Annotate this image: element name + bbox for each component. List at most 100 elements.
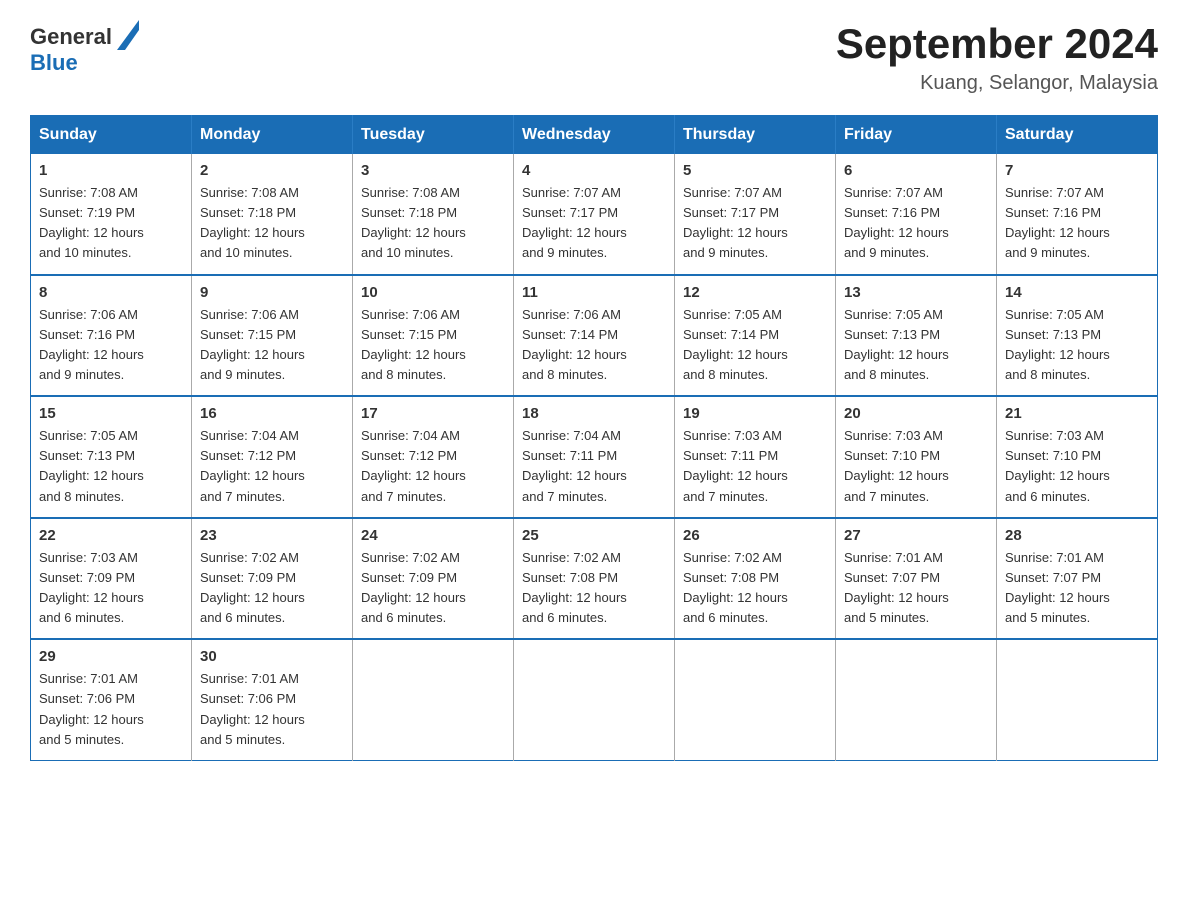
calendar-cell: 29 Sunrise: 7:01 AMSunset: 7:06 PMDaylig… bbox=[31, 639, 192, 760]
weekday-header-friday: Friday bbox=[836, 116, 997, 155]
calendar-cell: 6 Sunrise: 7:07 AMSunset: 7:16 PMDayligh… bbox=[836, 154, 997, 275]
day-number: 1 bbox=[39, 162, 183, 179]
day-info: Sunrise: 7:07 AMSunset: 7:17 PMDaylight:… bbox=[522, 185, 627, 260]
calendar-cell: 5 Sunrise: 7:07 AMSunset: 7:17 PMDayligh… bbox=[675, 154, 836, 275]
calendar-cell: 22 Sunrise: 7:03 AMSunset: 7:09 PMDaylig… bbox=[31, 518, 192, 640]
day-number: 5 bbox=[683, 162, 827, 179]
day-info: Sunrise: 7:06 AMSunset: 7:16 PMDaylight:… bbox=[39, 307, 144, 382]
day-number: 27 bbox=[844, 527, 988, 544]
calendar-cell: 8 Sunrise: 7:06 AMSunset: 7:16 PMDayligh… bbox=[31, 275, 192, 397]
calendar-cell: 10 Sunrise: 7:06 AMSunset: 7:15 PMDaylig… bbox=[353, 275, 514, 397]
calendar-cell bbox=[353, 639, 514, 760]
calendar-cell: 19 Sunrise: 7:03 AMSunset: 7:11 PMDaylig… bbox=[675, 396, 836, 518]
calendar-cell: 7 Sunrise: 7:07 AMSunset: 7:16 PMDayligh… bbox=[997, 154, 1158, 275]
day-info: Sunrise: 7:01 AMSunset: 7:07 PMDaylight:… bbox=[1005, 550, 1110, 625]
day-number: 25 bbox=[522, 527, 666, 544]
calendar-cell: 13 Sunrise: 7:05 AMSunset: 7:13 PMDaylig… bbox=[836, 275, 997, 397]
day-number: 26 bbox=[683, 527, 827, 544]
day-number: 22 bbox=[39, 527, 183, 544]
day-info: Sunrise: 7:02 AMSunset: 7:08 PMDaylight:… bbox=[683, 550, 788, 625]
calendar-cell bbox=[675, 639, 836, 760]
calendar-cell: 9 Sunrise: 7:06 AMSunset: 7:15 PMDayligh… bbox=[192, 275, 353, 397]
calendar-cell: 11 Sunrise: 7:06 AMSunset: 7:14 PMDaylig… bbox=[514, 275, 675, 397]
calendar-table: SundayMondayTuesdayWednesdayThursdayFrid… bbox=[30, 115, 1158, 761]
calendar-week-row: 15 Sunrise: 7:05 AMSunset: 7:13 PMDaylig… bbox=[31, 396, 1158, 518]
page-header: General Blue September 2024 Kuang, Selan… bbox=[30, 20, 1158, 95]
day-info: Sunrise: 7:03 AMSunset: 7:10 PMDaylight:… bbox=[1005, 428, 1110, 503]
day-info: Sunrise: 7:07 AMSunset: 7:16 PMDaylight:… bbox=[1005, 185, 1110, 260]
calendar-cell bbox=[514, 639, 675, 760]
calendar-cell: 3 Sunrise: 7:08 AMSunset: 7:18 PMDayligh… bbox=[353, 154, 514, 275]
day-number: 20 bbox=[844, 405, 988, 422]
calendar-cell: 21 Sunrise: 7:03 AMSunset: 7:10 PMDaylig… bbox=[997, 396, 1158, 518]
calendar-cell: 28 Sunrise: 7:01 AMSunset: 7:07 PMDaylig… bbox=[997, 518, 1158, 640]
title-block: September 2024 Kuang, Selangor, Malaysia bbox=[836, 20, 1158, 95]
day-info: Sunrise: 7:04 AMSunset: 7:11 PMDaylight:… bbox=[522, 428, 627, 503]
day-info: Sunrise: 7:03 AMSunset: 7:10 PMDaylight:… bbox=[844, 428, 949, 503]
calendar-cell: 15 Sunrise: 7:05 AMSunset: 7:13 PMDaylig… bbox=[31, 396, 192, 518]
calendar-cell: 1 Sunrise: 7:08 AMSunset: 7:19 PMDayligh… bbox=[31, 154, 192, 275]
day-info: Sunrise: 7:06 AMSunset: 7:15 PMDaylight:… bbox=[200, 307, 305, 382]
day-number: 16 bbox=[200, 405, 344, 422]
weekday-header-wednesday: Wednesday bbox=[514, 116, 675, 155]
day-info: Sunrise: 7:04 AMSunset: 7:12 PMDaylight:… bbox=[361, 428, 466, 503]
calendar-cell: 24 Sunrise: 7:02 AMSunset: 7:09 PMDaylig… bbox=[353, 518, 514, 640]
day-info: Sunrise: 7:07 AMSunset: 7:17 PMDaylight:… bbox=[683, 185, 788, 260]
day-number: 18 bbox=[522, 405, 666, 422]
day-number: 15 bbox=[39, 405, 183, 422]
day-info: Sunrise: 7:02 AMSunset: 7:09 PMDaylight:… bbox=[361, 550, 466, 625]
calendar-cell: 2 Sunrise: 7:08 AMSunset: 7:18 PMDayligh… bbox=[192, 154, 353, 275]
day-number: 9 bbox=[200, 284, 344, 301]
calendar-week-row: 8 Sunrise: 7:06 AMSunset: 7:16 PMDayligh… bbox=[31, 275, 1158, 397]
calendar-title: September 2024 bbox=[836, 20, 1158, 68]
day-number: 12 bbox=[683, 284, 827, 301]
day-number: 13 bbox=[844, 284, 988, 301]
day-info: Sunrise: 7:01 AMSunset: 7:07 PMDaylight:… bbox=[844, 550, 949, 625]
calendar-cell bbox=[997, 639, 1158, 760]
day-number: 19 bbox=[683, 405, 827, 422]
day-number: 29 bbox=[39, 648, 183, 665]
day-info: Sunrise: 7:02 AMSunset: 7:08 PMDaylight:… bbox=[522, 550, 627, 625]
day-number: 8 bbox=[39, 284, 183, 301]
day-info: Sunrise: 7:08 AMSunset: 7:18 PMDaylight:… bbox=[361, 185, 466, 260]
weekday-header-thursday: Thursday bbox=[675, 116, 836, 155]
day-info: Sunrise: 7:02 AMSunset: 7:09 PMDaylight:… bbox=[200, 550, 305, 625]
day-info: Sunrise: 7:06 AMSunset: 7:14 PMDaylight:… bbox=[522, 307, 627, 382]
logo-blue-text: Blue bbox=[30, 52, 139, 74]
calendar-cell: 4 Sunrise: 7:07 AMSunset: 7:17 PMDayligh… bbox=[514, 154, 675, 275]
day-info: Sunrise: 7:07 AMSunset: 7:16 PMDaylight:… bbox=[844, 185, 949, 260]
weekday-header-sunday: Sunday bbox=[31, 116, 192, 155]
calendar-cell: 14 Sunrise: 7:05 AMSunset: 7:13 PMDaylig… bbox=[997, 275, 1158, 397]
day-info: Sunrise: 7:01 AMSunset: 7:06 PMDaylight:… bbox=[200, 671, 305, 746]
day-number: 28 bbox=[1005, 527, 1149, 544]
day-info: Sunrise: 7:06 AMSunset: 7:15 PMDaylight:… bbox=[361, 307, 466, 382]
day-number: 11 bbox=[522, 284, 666, 301]
day-info: Sunrise: 7:01 AMSunset: 7:06 PMDaylight:… bbox=[39, 671, 144, 746]
day-info: Sunrise: 7:05 AMSunset: 7:14 PMDaylight:… bbox=[683, 307, 788, 382]
weekday-header-tuesday: Tuesday bbox=[353, 116, 514, 155]
day-number: 23 bbox=[200, 527, 344, 544]
weekday-header-row: SundayMondayTuesdayWednesdayThursdayFrid… bbox=[31, 116, 1158, 155]
day-number: 7 bbox=[1005, 162, 1149, 179]
calendar-cell: 20 Sunrise: 7:03 AMSunset: 7:10 PMDaylig… bbox=[836, 396, 997, 518]
calendar-cell: 17 Sunrise: 7:04 AMSunset: 7:12 PMDaylig… bbox=[353, 396, 514, 518]
calendar-cell: 18 Sunrise: 7:04 AMSunset: 7:11 PMDaylig… bbox=[514, 396, 675, 518]
day-info: Sunrise: 7:03 AMSunset: 7:09 PMDaylight:… bbox=[39, 550, 144, 625]
day-info: Sunrise: 7:05 AMSunset: 7:13 PMDaylight:… bbox=[1005, 307, 1110, 382]
day-info: Sunrise: 7:05 AMSunset: 7:13 PMDaylight:… bbox=[844, 307, 949, 382]
day-number: 2 bbox=[200, 162, 344, 179]
day-number: 4 bbox=[522, 162, 666, 179]
day-number: 21 bbox=[1005, 405, 1149, 422]
day-number: 17 bbox=[361, 405, 505, 422]
calendar-cell: 30 Sunrise: 7:01 AMSunset: 7:06 PMDaylig… bbox=[192, 639, 353, 760]
logo-triangle-icon bbox=[117, 20, 139, 50]
calendar-cell: 12 Sunrise: 7:05 AMSunset: 7:14 PMDaylig… bbox=[675, 275, 836, 397]
day-number: 10 bbox=[361, 284, 505, 301]
calendar-subtitle: Kuang, Selangor, Malaysia bbox=[836, 72, 1158, 95]
day-info: Sunrise: 7:08 AMSunset: 7:18 PMDaylight:… bbox=[200, 185, 305, 260]
calendar-cell bbox=[836, 639, 997, 760]
day-number: 6 bbox=[844, 162, 988, 179]
calendar-cell: 25 Sunrise: 7:02 AMSunset: 7:08 PMDaylig… bbox=[514, 518, 675, 640]
calendar-cell: 27 Sunrise: 7:01 AMSunset: 7:07 PMDaylig… bbox=[836, 518, 997, 640]
day-info: Sunrise: 7:03 AMSunset: 7:11 PMDaylight:… bbox=[683, 428, 788, 503]
